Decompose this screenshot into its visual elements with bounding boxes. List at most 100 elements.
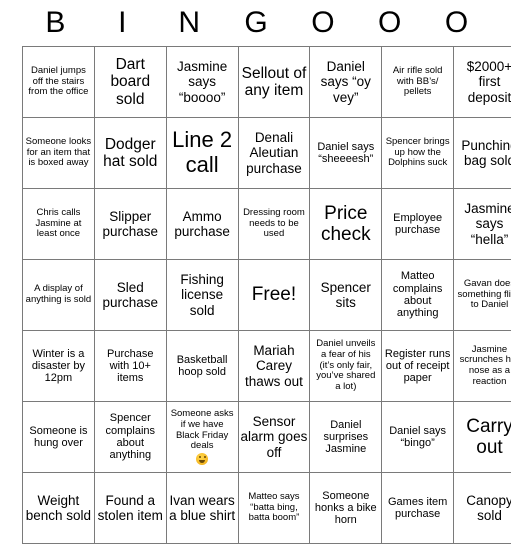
bingo-cell[interactable]: Canopy sold	[453, 472, 511, 544]
bingo-cell-text: Winter is a disaster by 12pm	[31, 347, 86, 385]
bingo-cell-text: Carry out	[466, 415, 511, 458]
bingo-cell[interactable]: Dodger hat sold	[93, 117, 167, 189]
bingo-cell[interactable]: Gavan does something flirty to Daniel	[453, 259, 511, 331]
bingo-cell[interactable]: Chris calls Jasmine at least once	[22, 188, 95, 260]
bingo-cell-text: Employee purchase	[393, 211, 443, 236]
bingo-cell[interactable]: Sensor alarm goes off	[237, 401, 311, 473]
bingo-cell-text: Slipper purchase	[102, 208, 159, 239]
bingo-cell[interactable]: Found a stolen item	[93, 472, 167, 544]
bingo-cell[interactable]: Daniel jumps off the stairs from the off…	[22, 46, 95, 118]
bingo-cell-text: Purchase with 10+ items	[107, 347, 154, 385]
bingo-cell[interactable]: Dart board sold	[93, 46, 167, 118]
bingo-cell-text: Ivan wears a blue shirt	[169, 492, 236, 523]
bingo-cell[interactable]: Dressing room needs to be used	[237, 188, 311, 260]
bingo-cell-text: Dressing room needs to be used	[243, 207, 305, 240]
bingo-cell[interactable]: Spencer sits	[309, 259, 383, 331]
bingo-cell[interactable]: Ivan wears a blue shirt	[165, 472, 239, 544]
bingo-cell[interactable]: Weight bench sold	[22, 472, 95, 544]
bingo-cell-text: Chris calls Jasmine at least once	[35, 207, 82, 240]
bingo-cell[interactable]: Register runs out of receipt paper	[381, 330, 455, 402]
bingo-header-letter: G	[244, 6, 268, 39]
bingo-cell[interactable]: Purchase with 10+ items	[93, 330, 167, 402]
bingo-header-letter: O	[378, 6, 402, 39]
bingo-cell[interactable]: Fishing license sold	[165, 259, 239, 331]
bingo-cell[interactable]: Air rifle sold with BB’s/ pellets	[381, 46, 455, 118]
bingo-cell-text: Daniel says “sheeeesh”	[317, 140, 375, 165]
bingo-cell[interactable]: Mariah Carey thaws out	[237, 330, 311, 402]
bingo-cell-text: Register runs out of receipt paper	[384, 347, 451, 385]
bingo-cell-text: Jasmine says “boooo”	[176, 59, 228, 105]
bingo-cell-text: Dodger hat sold	[103, 135, 158, 170]
bingo-cell[interactable]: Price check	[309, 188, 383, 260]
bingo-cell[interactable]: Matteo says “batta bing, batta boom”	[237, 472, 311, 544]
bingo-cell[interactable]: Carry out	[453, 401, 511, 473]
bingo-cell-text: Dart board sold	[110, 55, 151, 108]
bingo-cell[interactable]: Games item purchase	[381, 472, 455, 544]
bingo-cell[interactable]: Jasmine says “boooo”	[165, 46, 239, 118]
bingo-cell-text: Canopy sold	[466, 492, 511, 523]
bingo-cell-text: Basketball hoop sold	[176, 353, 228, 378]
bingo-cell[interactable]: $2000+ first deposit	[453, 46, 511, 118]
bingo-row: Winter is a disaster by 12pm Purchase wit…	[22, 330, 511, 402]
bingo-cell-text: Daniel surprises Jasmine	[323, 418, 369, 456]
bingo-cell-text: Mariah Carey thaws out	[245, 343, 303, 389]
bingo-cell[interactable]: Line 2 call	[165, 117, 239, 189]
bingo-cell[interactable]: Someone is hung over	[22, 401, 95, 473]
bingo-cell-text: Spencer brings up how the Dolphins suck	[385, 136, 450, 169]
bingo-cell[interactable]: Winter is a disaster by 12pm	[22, 330, 95, 402]
bingo-grid: Daniel jumps off the stairs from the off…	[22, 46, 511, 544]
grinning-face-emoji	[196, 452, 209, 465]
bingo-cell[interactable]: Daniel unveils a fear of his (it’s only …	[309, 330, 383, 402]
bingo-header-letter: B	[45, 6, 66, 39]
bingo-row: A display of anything is sold Sled purcha…	[22, 259, 511, 331]
bingo-card: B I N G O O O Daniel jumps off the stairs from…	[0, 0, 511, 544]
bingo-cell[interactable]: Punching bag sold	[453, 117, 511, 189]
bingo-cell[interactable]: Jasmine says “hella”	[453, 188, 511, 260]
bingo-header-letter: I	[118, 6, 127, 39]
bingo-cell[interactable]: Slipper purchase	[93, 188, 167, 260]
bingo-cell-text: Jasmine says “hella”	[464, 201, 511, 247]
bingo-cell[interactable]: Employee purchase	[381, 188, 455, 260]
bingo-cell-text: Air rifle sold with BB’s/ pellets	[392, 65, 443, 98]
bingo-cell[interactable]: Someone looks for an item that is boxed …	[22, 117, 95, 189]
bingo-cell-text: Someone is hung over	[29, 424, 88, 449]
bingo-cell[interactable]: Matteo complains about anything	[381, 259, 455, 331]
bingo-cell[interactable]: Daniel says “oy vey”	[309, 46, 383, 118]
bingo-cell-text: Someone honks a bike horn	[314, 489, 377, 527]
bingo-cell[interactable]: Sellout of any item	[237, 46, 311, 118]
bingo-cell[interactable]: Jasmine scrunches her nose as a reaction	[453, 330, 511, 402]
bingo-cell[interactable]: Denali Aleutian purchase	[237, 117, 311, 189]
bingo-cell-text: Matteo complains about anything	[392, 270, 443, 320]
bingo-cell-text: Weight bench sold	[25, 492, 92, 523]
bingo-cell-text: Sled purchase	[102, 279, 159, 310]
bingo-cell-text: Games item purchase	[387, 495, 448, 520]
bingo-cell[interactable]: Basketball hoop sold	[165, 330, 239, 402]
bingo-cell-text: Punching bag sold	[461, 137, 511, 168]
bingo-cell-text: A display of anything is sold	[25, 283, 92, 305]
bingo-cell[interactable]: Daniel surprises Jasmine	[309, 401, 383, 473]
bingo-cell-text: Spencer sits	[320, 279, 371, 310]
bingo-cell-text: Sensor alarm goes off	[240, 414, 308, 460]
bingo-row: Chris calls Jasmine at least once Slipper…	[22, 188, 511, 260]
bingo-cell-text: Fishing license sold	[180, 272, 224, 318]
bingo-cell-text: Spencer complains about anything	[105, 412, 156, 462]
bingo-cell[interactable]: Sled purchase	[93, 259, 167, 331]
bingo-cell[interactable]: Daniel says “bingo”	[381, 401, 455, 473]
bingo-cell[interactable]: Spencer brings up how the Dolphins suck	[381, 117, 455, 189]
bingo-cell[interactable]: Someone asks if we have Black Friday dea…	[165, 401, 239, 473]
bingo-row: Someone is hung over Spencer complains ab…	[22, 401, 511, 473]
bingo-cell-text: Free!	[251, 284, 297, 306]
bingo-cell-text: Price check	[320, 202, 371, 245]
bingo-cell-text: Ammo purchase	[174, 208, 230, 239]
bingo-cell[interactable]: Someone honks a bike horn	[309, 472, 383, 544]
bingo-cell[interactable]: A display of anything is sold	[22, 259, 95, 331]
bingo-cell-text: Daniel jumps off the stairs from the off…	[28, 65, 89, 98]
bingo-row: Someone looks for an item that is boxed …	[22, 117, 511, 189]
bingo-cell[interactable]: Daniel says “sheeeesh”	[309, 117, 383, 189]
bingo-cell[interactable]: Ammo purchase	[165, 188, 239, 260]
bingo-cell[interactable]: Spencer complains about anything	[93, 401, 167, 473]
bingo-cell-text: Found a stolen item	[97, 492, 163, 523]
bingo-header-letter: O	[311, 6, 335, 39]
bingo-cell-text: $2000+ first deposit	[466, 59, 511, 105]
bingo-free-space-cell[interactable]: Free!	[237, 259, 311, 331]
